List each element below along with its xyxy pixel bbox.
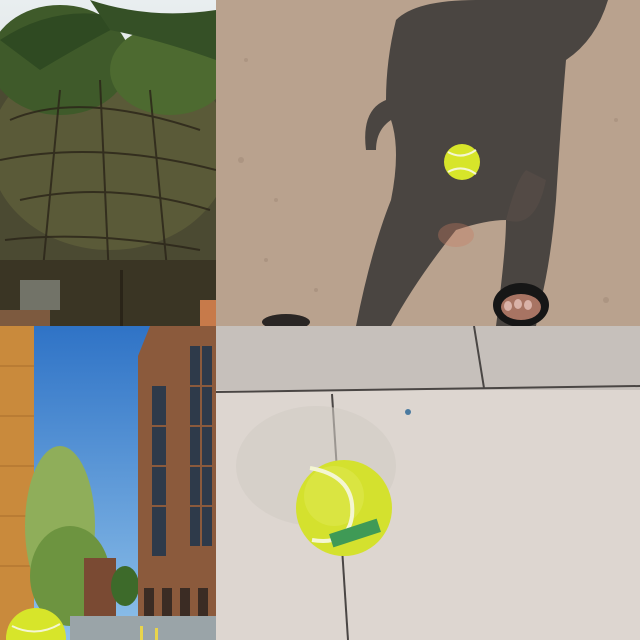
photo-brick-building-sky: [0, 326, 216, 640]
photo-collage: [0, 0, 640, 640]
building-image: [0, 326, 216, 640]
tennis-ball-floor-image: [216, 326, 640, 640]
tennis-ball-large: [296, 460, 392, 556]
shadow-ball-image: [216, 0, 640, 326]
photo-tennis-ball-on-pavement: [216, 326, 640, 640]
palm-tree-image: [0, 0, 216, 326]
sandal: [493, 283, 549, 326]
photo-shadow-with-tennis-ball: [216, 0, 640, 326]
tennis-ball-small: [444, 144, 480, 180]
photo-palm-tree-canopy: [0, 0, 216, 326]
